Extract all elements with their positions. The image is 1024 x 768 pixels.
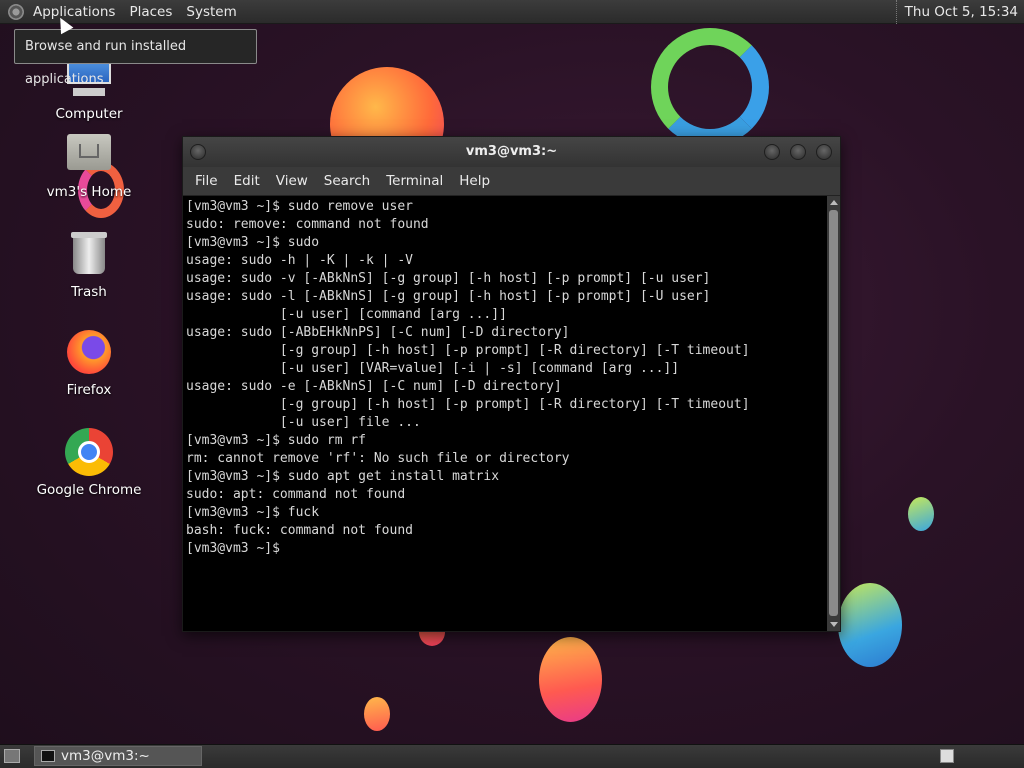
wallpaper-blue-oval	[838, 583, 902, 667]
scroll-down-icon[interactable]	[830, 622, 838, 627]
minimize-icon[interactable]	[764, 144, 780, 160]
menu-view[interactable]: View	[268, 173, 316, 189]
terminal-line: usage: sudo -h | -K | -k | -V	[186, 253, 413, 268]
desktop-icon-label: Trash	[71, 284, 107, 300]
terminal-output[interactable]: [vm3@vm3 ~]$ sudo remove user sudo: remo…	[183, 196, 827, 631]
wallpaper-small-oval	[908, 497, 934, 531]
terminal-icon	[41, 750, 55, 762]
maximize-icon[interactable]	[790, 144, 806, 160]
top-panel: Applications Places System Thu Oct 5, 15…	[0, 0, 1024, 24]
applications-logo-icon[interactable]	[8, 3, 24, 20]
terminal-line: [-u user] [VAR=value] [-i | -s] [command…	[186, 361, 680, 376]
terminal-scrollbar[interactable]	[827, 196, 840, 631]
desktop-icon-label: Firefox	[66, 382, 112, 398]
terminal-line: [vm3@vm3 ~]$	[186, 541, 288, 556]
terminal-line: [vm3@vm3 ~]$ sudo remove user	[186, 199, 413, 214]
scroll-thumb[interactable]	[829, 210, 838, 616]
system-menu[interactable]: System	[179, 0, 243, 24]
wallpaper-ring	[651, 28, 769, 146]
close-icon[interactable]	[816, 144, 832, 160]
wallpaper-tiny-oval	[364, 697, 390, 731]
tooltip: Browse and run installed applications	[14, 29, 257, 87]
terminal-line: [-u user] file ...	[186, 415, 421, 430]
terminal-line: usage: sudo -l [-ABkNnS] [-g group] [-h …	[186, 289, 711, 304]
trash-icon	[65, 230, 113, 278]
desktop-icon-label: Google Chrome	[36, 482, 142, 498]
terminal-menubar: File Edit View Search Terminal Help	[183, 167, 840, 196]
terminal-text: [vm3@vm3 ~]$ sudo remove user sudo: remo…	[183, 196, 827, 558]
terminal-window[interactable]: vm3@vm3:~ File Edit View Search Terminal…	[182, 136, 841, 632]
places-menu[interactable]: Places	[122, 0, 179, 24]
show-desktop-icon[interactable]	[4, 749, 20, 763]
window-title: vm3@vm3:~	[465, 144, 558, 159]
desktop-icon-firefox[interactable]: Firefox	[29, 328, 149, 398]
terminal-line: rm: cannot remove 'rf': No such file or …	[186, 451, 570, 466]
terminal-line: [vm3@vm3 ~]$ sudo	[186, 235, 320, 250]
taskbar-terminal-button[interactable]: vm3@vm3:~	[34, 746, 202, 766]
firefox-icon	[65, 328, 113, 376]
bottom-panel: vm3@vm3:~	[0, 744, 1024, 768]
terminal-line: [-g group] [-h host] [-p prompt] [-R dir…	[186, 343, 750, 358]
terminal-line: sudo: apt: command not found	[186, 487, 406, 502]
terminal-line: [vm3@vm3 ~]$ sudo rm rf	[186, 433, 367, 448]
clock[interactable]: Thu Oct 5, 15:34	[895, 0, 1018, 24]
terminal-line: [vm3@vm3 ~]$ fuck	[186, 505, 320, 520]
menu-help[interactable]: Help	[451, 173, 498, 189]
wallpaper-orange-oval	[539, 637, 602, 722]
terminal-line: usage: sudo [-ABbEHkNnPS] [-C num] [-D d…	[186, 325, 570, 340]
terminal-line: [-g group] [-h host] [-p prompt] [-R dir…	[186, 397, 750, 412]
menu-terminal[interactable]: Terminal	[378, 173, 451, 189]
applications-menu[interactable]: Applications	[26, 0, 122, 24]
menu-file[interactable]: File	[187, 173, 226, 189]
workspace-switcher[interactable]	[940, 749, 954, 763]
desktop-icon-trash[interactable]: Trash	[29, 230, 149, 300]
menu-search[interactable]: Search	[316, 173, 378, 189]
terminal-line: usage: sudo -e [-ABkNnS] [-C num] [-D di…	[186, 379, 562, 394]
chrome-icon	[65, 428, 113, 476]
desktop-icon-chrome[interactable]: Google Chrome	[29, 428, 149, 498]
terminal-line: [-u user] [command [arg ...]]	[186, 307, 507, 322]
terminal-line: sudo: remove: command not found	[186, 217, 429, 232]
terminal-line: bash: fuck: command not found	[186, 523, 413, 538]
menu-edit[interactable]: Edit	[226, 173, 268, 189]
terminal-line: [vm3@vm3 ~]$ sudo apt get install matrix	[186, 469, 500, 484]
desktop-icon-label: vm3's Home	[46, 184, 132, 200]
scroll-up-icon[interactable]	[830, 200, 838, 205]
home-folder-icon	[65, 130, 113, 178]
taskbar-label: vm3@vm3:~	[61, 748, 150, 764]
desktop-icon-home[interactable]: vm3's Home	[29, 130, 149, 200]
window-titlebar[interactable]: vm3@vm3:~	[183, 137, 840, 167]
terminal-line: usage: sudo -v [-ABkNnS] [-g group] [-h …	[186, 271, 711, 286]
desktop-icon-label: Computer	[55, 106, 123, 122]
